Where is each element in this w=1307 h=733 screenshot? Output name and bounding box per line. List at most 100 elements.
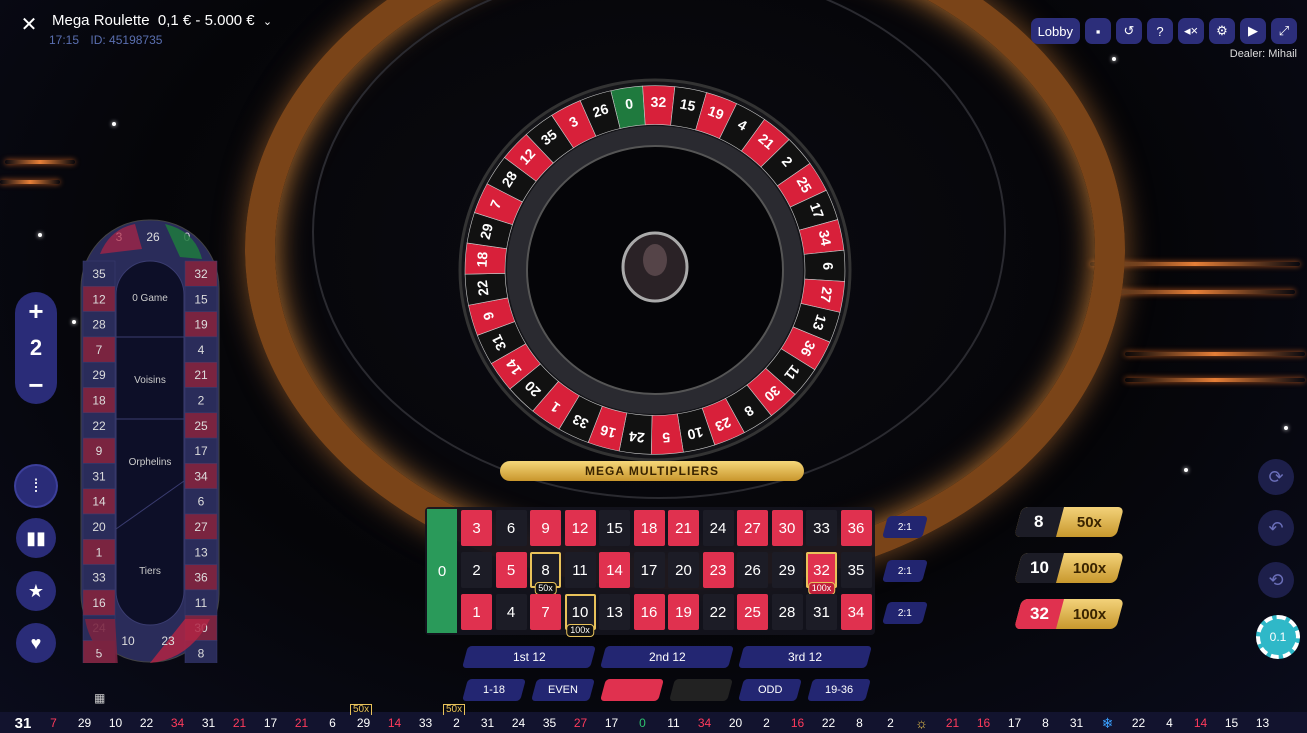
multiplier-number-text: 8 <box>1034 512 1044 531</box>
number-cell-27[interactable]: 27 <box>737 510 768 546</box>
high-bet[interactable]: 19-36 <box>807 679 871 701</box>
racetrack-toggle-button[interactable]: ⁞ <box>16 466 56 506</box>
history-value: 6 <box>329 716 336 730</box>
wheel-number: 24 <box>628 428 645 446</box>
fullscreen-icon[interactable]: ⤢ <box>1271 18 1297 44</box>
even-bet[interactable]: EVEN <box>531 679 595 701</box>
racetrack-number[interactable]: 23 <box>161 634 175 648</box>
number-cell-19[interactable]: 19 <box>668 594 699 630</box>
dozen-bet-1[interactable]: 1st 12 <box>462 646 596 668</box>
number-cell-24[interactable]: 24 <box>702 510 734 546</box>
history-result: 16 <box>968 714 999 733</box>
number-cell-5[interactable]: 5 <box>495 552 527 588</box>
lobby-button[interactable]: Lobby <box>1030 18 1080 44</box>
number-cell-33[interactable]: 33 <box>806 510 837 546</box>
number-label: 15 <box>606 519 623 537</box>
number-cell-16[interactable]: 16 <box>633 594 665 630</box>
number-cell-28[interactable]: 28 <box>771 594 803 630</box>
wheel-number: 34 <box>816 229 835 248</box>
number-cell-3[interactable]: 3 <box>461 510 492 546</box>
number-cell-30[interactable]: 30 <box>771 510 803 546</box>
column-bet-top[interactable]: 2:1 <box>882 516 928 538</box>
chevron-down-icon[interactable]: ⌄ <box>263 16 272 28</box>
number-cell-21[interactable]: 21 <box>668 510 699 546</box>
column-bet-bottom[interactable]: 2:1 <box>882 602 928 624</box>
number-cell-9[interactable]: 9 <box>530 510 561 546</box>
odd-bet[interactable]: ODD <box>738 679 802 701</box>
number-cell-17[interactable]: 17 <box>633 552 665 588</box>
number-cell-32[interactable]: 32 100x <box>806 552 837 595</box>
number-cell-2[interactable]: 2 <box>461 552 492 588</box>
racetrack-section-label[interactable]: Voisins <box>134 375 166 386</box>
racetrack-section-label[interactable]: Tiers <box>139 566 161 577</box>
racetrack-number: 9 <box>96 444 103 458</box>
statistics-small-icon[interactable]: ▦ <box>94 691 105 705</box>
zoom-plus-button[interactable]: + <box>28 298 43 324</box>
number-cell-13[interactable]: 13 <box>599 594 630 630</box>
number-cell-15[interactable]: 15 <box>599 510 630 546</box>
number-cell-12[interactable]: 12 <box>564 510 596 546</box>
number-cell-11[interactable]: 11 <box>564 552 596 588</box>
number-label: 19 <box>675 603 692 621</box>
statistics-icon[interactable]: ▮▮ <box>16 518 56 558</box>
chip-selector[interactable]: 0.1 <box>1256 615 1300 659</box>
number-cell-20[interactable]: 20 <box>668 552 699 588</box>
undo-icon[interactable]: ↶ <box>1258 510 1294 546</box>
racetrack-section-label[interactable]: 0 Game <box>132 293 168 304</box>
outside-label: 1-18 <box>482 684 506 696</box>
number-cell-36[interactable]: 36 <box>840 510 872 546</box>
dozen-bet-3[interactable]: 3rd 12 <box>738 646 872 668</box>
game-title[interactable]: Mega Roulette 0,1 € - 5.000 € ⌄ <box>52 12 272 29</box>
history-result: 2 <box>875 714 906 733</box>
number-cell-18[interactable]: 18 <box>633 510 665 546</box>
number-cell-4[interactable]: 4 <box>495 594 527 630</box>
history-value: 27 <box>573 716 588 730</box>
history-value: 22 <box>139 716 154 730</box>
repeat-bet-icon[interactable]: ⟳ <box>1258 459 1294 495</box>
number-cell-26[interactable]: 26 <box>737 552 768 588</box>
video-icon[interactable]: ▶ <box>1240 18 1266 44</box>
heart-icon[interactable]: ♥ <box>16 623 56 663</box>
cell-multiplier-tag: 100x <box>566 624 594 637</box>
favourite-star-icon[interactable]: ★ <box>16 571 56 611</box>
racetrack-number: 21 <box>194 368 208 382</box>
zero-cell[interactable]: 0 <box>427 509 457 633</box>
black-bet[interactable] <box>669 679 733 701</box>
zoom-minus-button[interactable]: − <box>28 372 43 398</box>
number-cell-31[interactable]: 31 <box>806 594 837 630</box>
racetrack-number[interactable]: 26 <box>146 230 160 244</box>
number-cell-10[interactable]: 10 100x <box>564 594 596 637</box>
double-bet-icon[interactable]: ⟲ <box>1258 562 1294 598</box>
racetrack-number: 4 <box>198 343 205 357</box>
racetrack-number[interactable]: 10 <box>121 634 135 648</box>
racetrack-section-label[interactable]: Orphelins <box>129 457 172 468</box>
number-cell-34[interactable]: 34 <box>840 594 872 630</box>
number-cell-23[interactable]: 23 <box>702 552 734 588</box>
low-bet[interactable]: 1-18 <box>462 679 526 701</box>
column-bet-middle[interactable]: 2:1 <box>882 560 928 582</box>
close-icon[interactable]: ✕ <box>18 14 40 36</box>
number-cell-1[interactable]: 1 <box>461 594 492 630</box>
chat-icon[interactable]: ▪ <box>1085 18 1111 44</box>
number-cell-29[interactable]: 29 <box>771 552 803 588</box>
red-bet[interactable] <box>600 679 664 701</box>
racetrack-number: 1 <box>96 545 103 559</box>
number-cell-7[interactable]: 7 <box>530 594 561 630</box>
dozen-bet-2[interactable]: 2nd 12 <box>600 646 734 668</box>
racetrack[interactable]: 3260353212152819742921182222591731341462… <box>80 219 220 663</box>
number-cell-35[interactable]: 35 <box>840 552 872 588</box>
mute-icon[interactable]: ◂× <box>1178 18 1204 44</box>
history-result: 31 <box>193 714 224 733</box>
history-result: 22 <box>813 714 844 733</box>
history-result: 34 <box>162 714 193 733</box>
history-icon[interactable]: ↺ <box>1116 18 1142 44</box>
settings-icon[interactable]: ⚙ <box>1209 18 1235 44</box>
number-cell-25[interactable]: 25 <box>737 594 768 630</box>
number-cell-14[interactable]: 14 <box>599 552 630 588</box>
help-icon[interactable]: ? <box>1147 18 1173 44</box>
number-cell-8[interactable]: 8 50x <box>530 552 561 595</box>
number-label: 5 <box>506 561 516 579</box>
number-cell-6[interactable]: 6 <box>495 510 527 546</box>
number-cell-22[interactable]: 22 <box>702 594 734 630</box>
history-value: 31 <box>480 716 495 730</box>
